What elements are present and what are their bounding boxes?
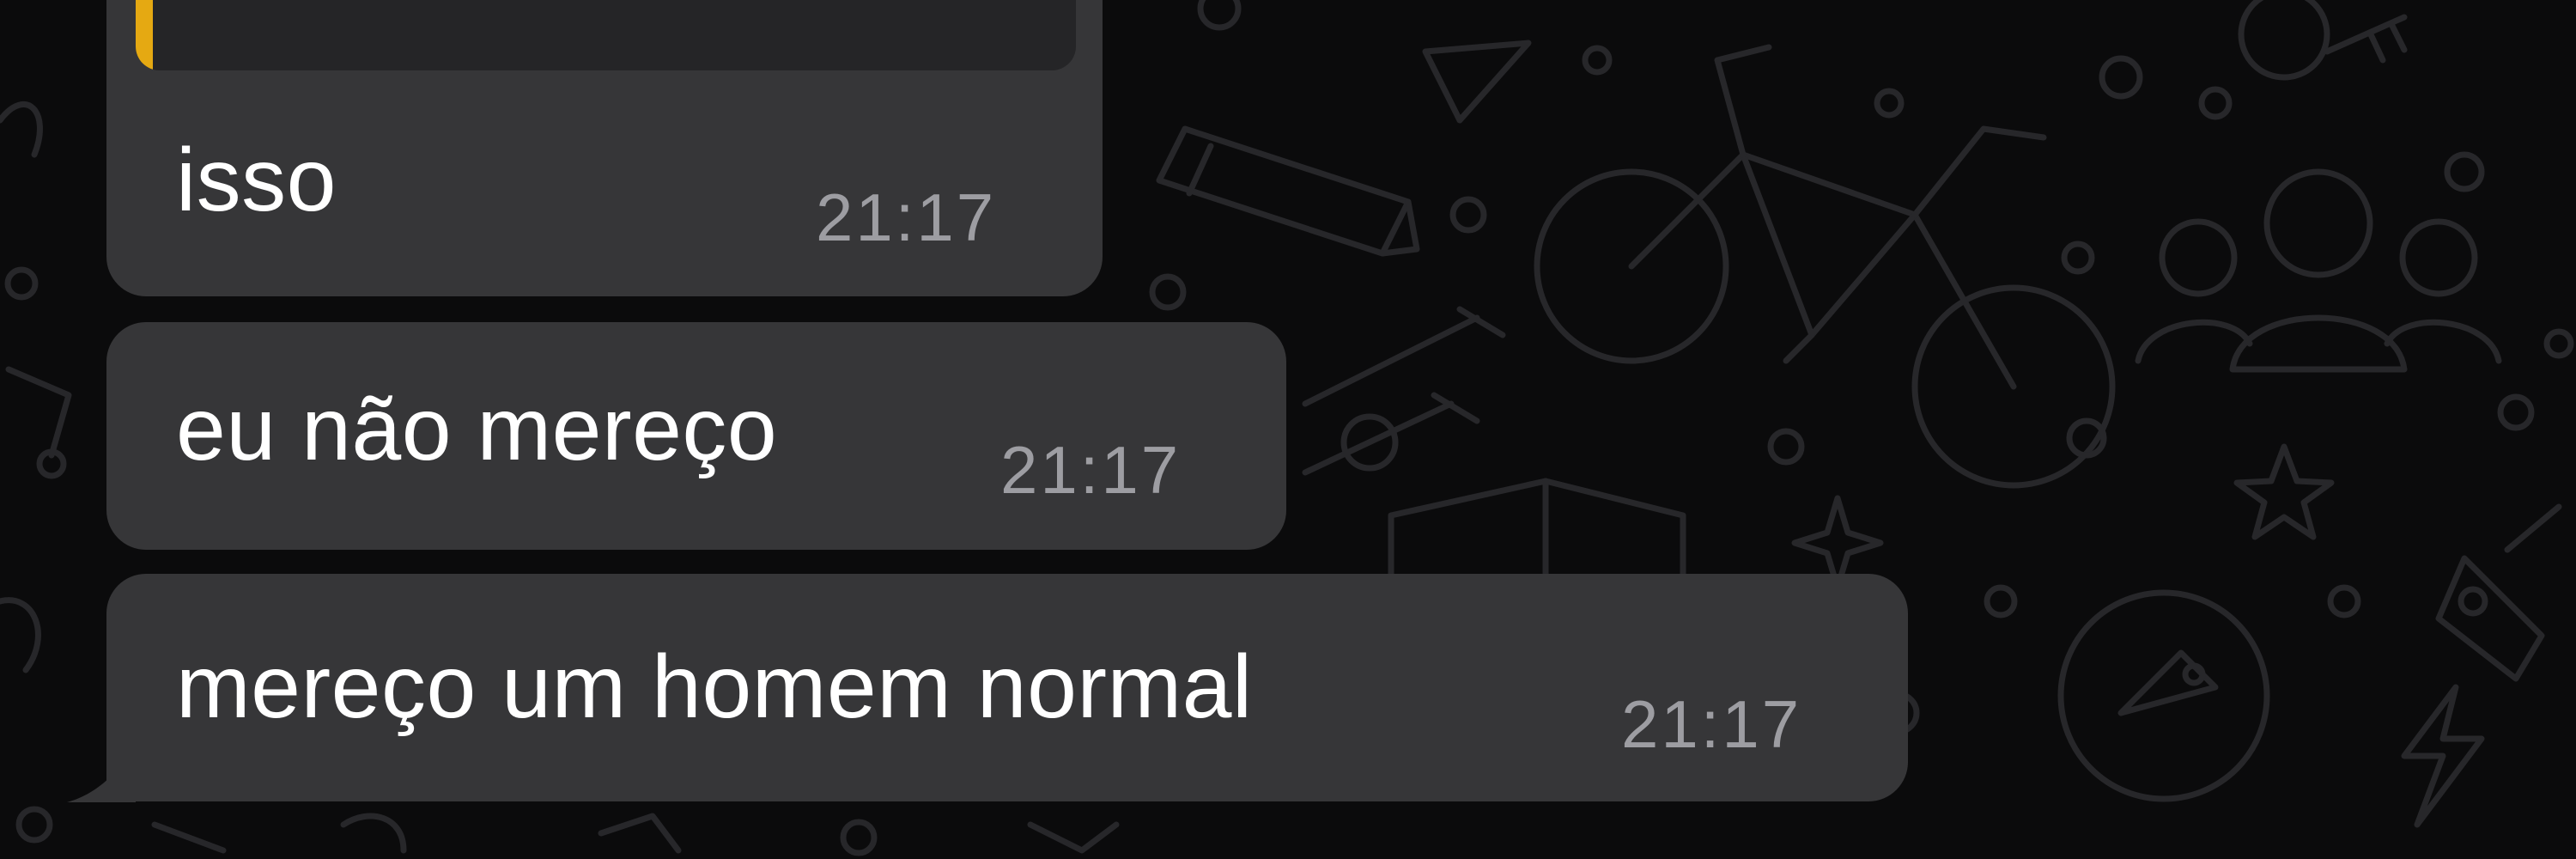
pencil-icon bbox=[1156, 125, 1420, 257]
key-icon bbox=[2238, 0, 2408, 81]
message-text: eu não mereço bbox=[176, 380, 778, 479]
wrench-icon bbox=[1302, 306, 1506, 407]
message-timestamp: 21:17 bbox=[816, 180, 997, 255]
lightning-icon bbox=[2401, 684, 2485, 828]
reply-accent-bar bbox=[136, 0, 153, 70]
guitar-icon bbox=[2435, 503, 2562, 682]
message-timestamp: 21:17 bbox=[1000, 432, 1182, 508]
message-text: isso bbox=[176, 131, 337, 230]
message-text: mereço um homem normal bbox=[176, 637, 1253, 737]
star-icon bbox=[2233, 443, 2335, 540]
chat-view: isso 21:17 eu não mereço 21:17 mereço um… bbox=[0, 0, 2576, 859]
bird-icon bbox=[2057, 589, 2270, 802]
people-icon bbox=[2135, 168, 2502, 373]
message-timestamp: 21:17 bbox=[1621, 686, 1802, 762]
reply-quote[interactable] bbox=[136, 0, 1076, 70]
paper-plane-icon bbox=[1422, 40, 1532, 124]
bicycle-icon bbox=[1534, 44, 2116, 489]
